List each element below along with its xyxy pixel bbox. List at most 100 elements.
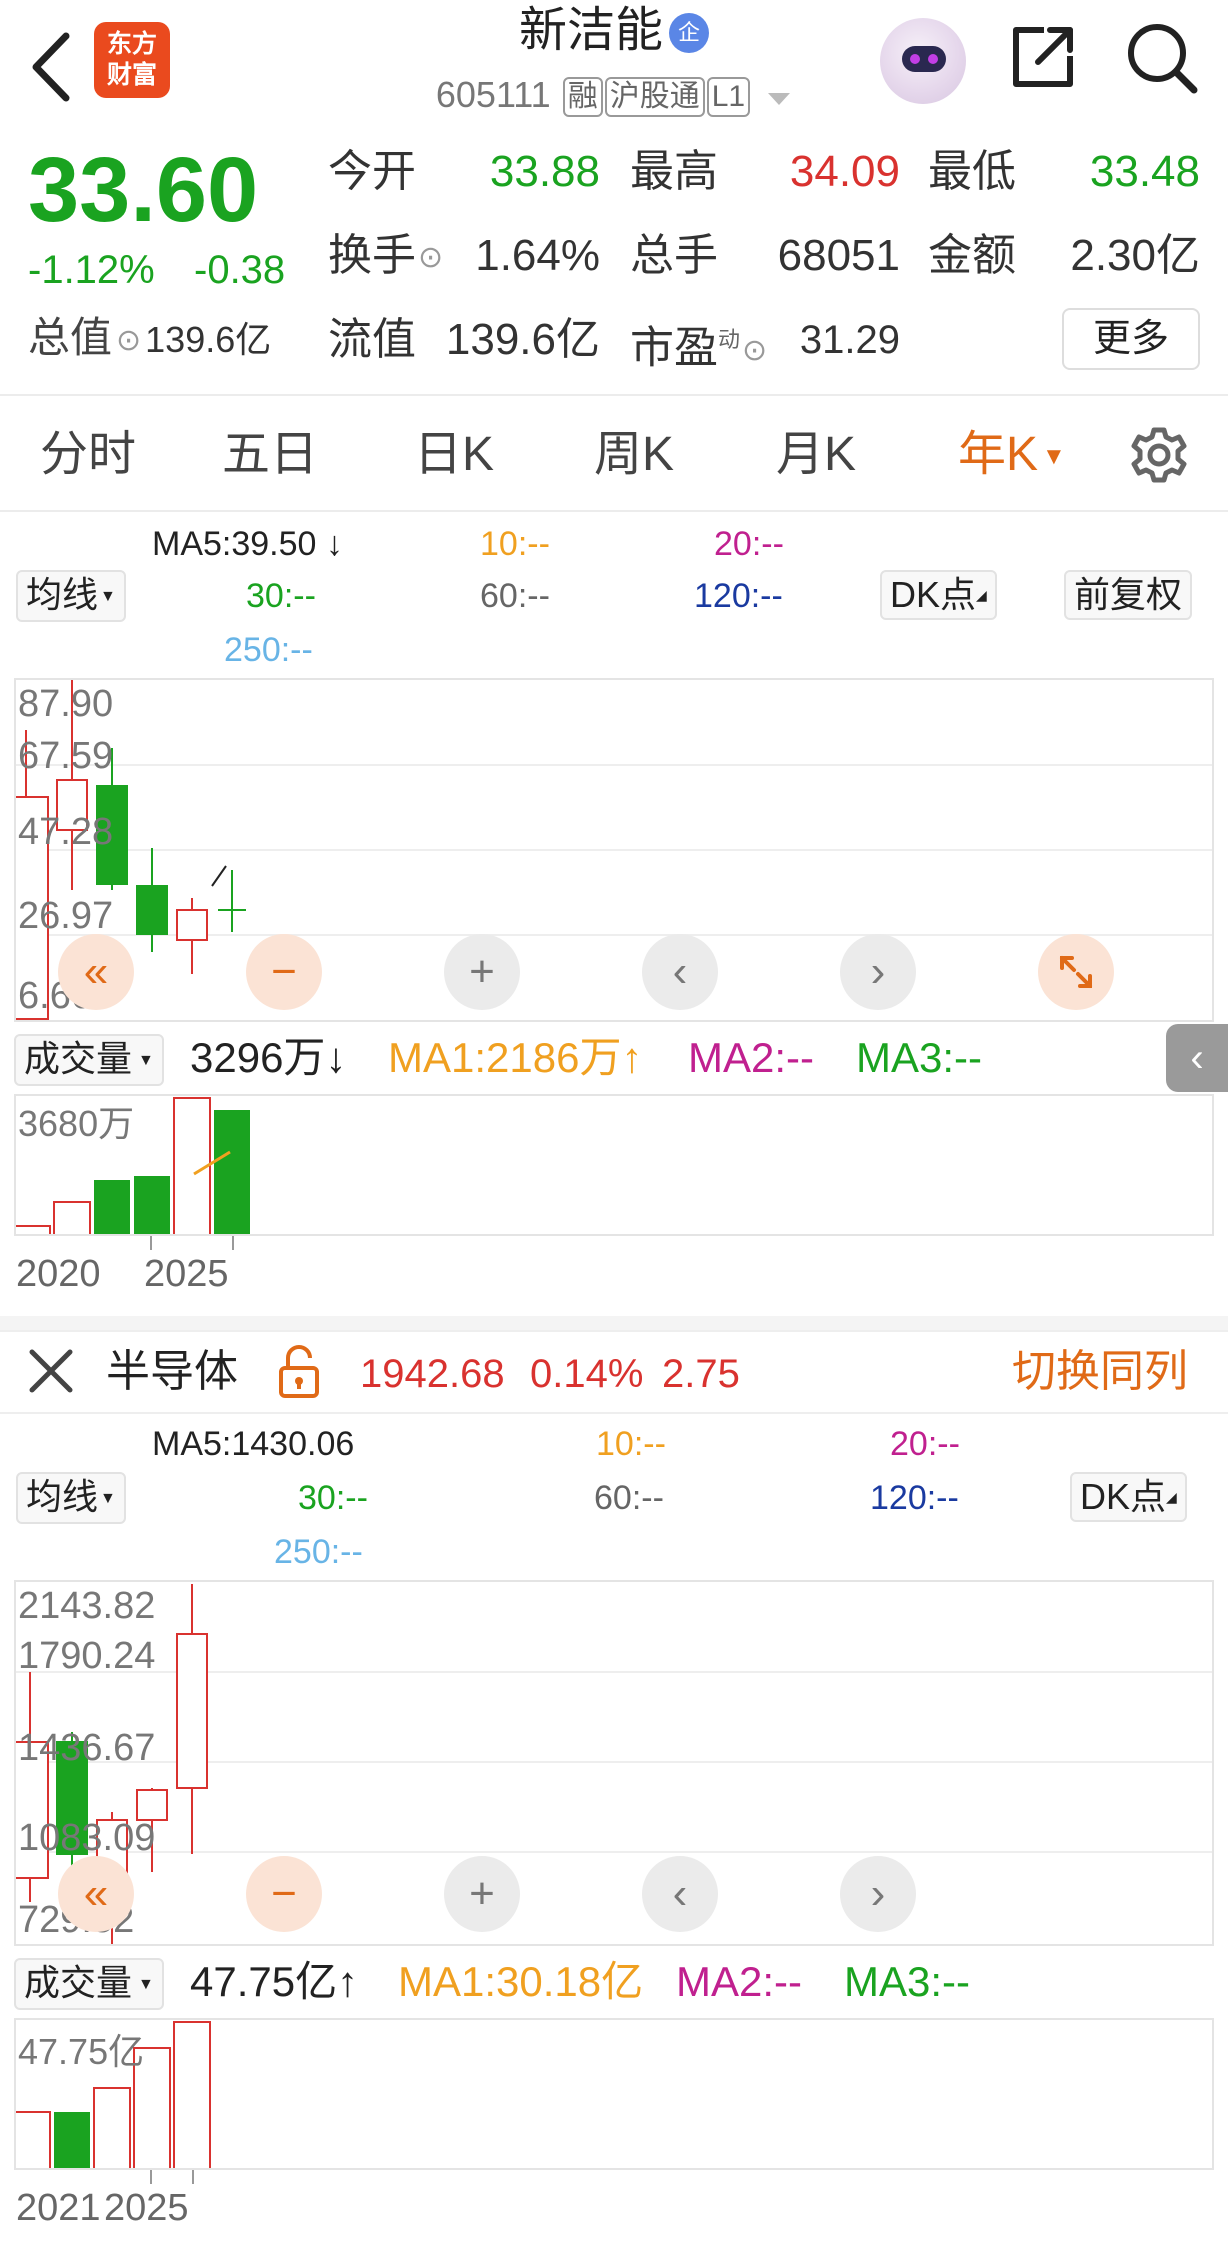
caret-down-icon: ▼ xyxy=(138,1976,154,1994)
candle xyxy=(218,870,246,932)
caret-down-icon: ▼ xyxy=(100,588,116,606)
sector-kline-chart[interactable]: 2143.82 1790.24 1436.67 1083.09 729.52 «… xyxy=(14,1580,1214,1946)
tag-margin: 融 xyxy=(562,77,603,118)
zoom-out-icon[interactable]: − xyxy=(246,1856,322,1932)
enterprise-badge: 企 xyxy=(669,13,709,54)
x-axis-label: 2025 xyxy=(104,2187,189,2229)
arrow-down-icon: ↓ xyxy=(316,525,343,563)
ma60-label: 60:-- xyxy=(594,1479,664,1517)
dk-point-button[interactable]: DK点◢ xyxy=(880,570,997,620)
adjust-button[interactable]: 前复权 xyxy=(1064,570,1193,620)
rewind-icon[interactable]: « xyxy=(58,1856,134,1932)
y-axis-label: 26.97 xyxy=(18,895,114,937)
volume-bar xyxy=(16,1225,51,1234)
y-axis-label: 67.59 xyxy=(18,735,114,777)
sector-volume-chart[interactable]: 47.75亿 xyxy=(14,2018,1214,2170)
tab-intraday[interactable]: 分时 xyxy=(40,420,136,490)
pe-label: 市盈动⊙ xyxy=(630,323,768,373)
amount-value: 2.30亿 xyxy=(1070,231,1200,280)
volume-max-label: 3680万 xyxy=(18,1103,135,1144)
market-cap-value: 139.6亿 xyxy=(145,319,272,360)
kline-chart[interactable]: 87.90 67.59 47.28 26.97 6.66 « − + ‹ › xyxy=(14,678,1214,1022)
stock-code: 605111 xyxy=(435,74,551,115)
tab-yearly-k[interactable]: 年K ▼ xyxy=(958,420,1066,492)
zoom-in-icon[interactable]: + xyxy=(444,1856,520,1932)
dropdown-icon[interactable] xyxy=(766,72,792,122)
volume-indicator-dropdown[interactable]: 成交量 ▼ xyxy=(14,1034,164,1087)
scroll-right-icon[interactable]: › xyxy=(840,934,916,1010)
volume-ma1: MA1:30.18亿 xyxy=(398,1958,644,2005)
info-icon[interactable]: ⊙ xyxy=(742,334,767,367)
close-icon[interactable] xyxy=(26,1346,76,1396)
more-button[interactable]: 更多 xyxy=(1062,308,1200,370)
volume-bar xyxy=(134,1176,170,1234)
volume-ma2: MA2:-- xyxy=(688,1034,814,1081)
sector-name[interactable]: 半导体 xyxy=(106,1344,238,1400)
volume-chart[interactable]: 3680万 xyxy=(14,1094,1214,1236)
turnover-label: 换手⊙ xyxy=(328,231,444,280)
indicator-dropdown[interactable]: 均线 ▼ xyxy=(16,1472,126,1525)
change-amount: -0.38 xyxy=(194,248,286,292)
candle xyxy=(136,848,168,952)
switch-button[interactable]: 切换同列 xyxy=(1012,1344,1188,1400)
arrow-up-icon: ↑ xyxy=(337,1958,359,2005)
y-axis-label: 2143.82 xyxy=(18,1585,156,1627)
assistant-robot-icon[interactable] xyxy=(880,18,966,104)
ma10-label: 10:-- xyxy=(596,1425,666,1463)
ma250-label: 250:-- xyxy=(224,631,313,669)
scroll-right-icon[interactable]: › xyxy=(840,1856,916,1932)
settings-gear-icon[interactable] xyxy=(1128,424,1190,486)
fullscreen-icon[interactable] xyxy=(1038,934,1114,1010)
turnover-value: 1.64% xyxy=(475,231,600,280)
share-icon[interactable] xyxy=(1008,22,1078,92)
corner-triangle-icon: ◢ xyxy=(1166,1489,1177,1505)
market-cap-label: 总值 xyxy=(28,314,113,361)
info-icon[interactable]: ⊙ xyxy=(116,324,141,357)
header-bar: 东方 财富 新洁能企 605111 融沪股通 L1 xyxy=(0,0,1228,135)
tag-level: L1 xyxy=(706,77,751,118)
search-icon[interactable] xyxy=(1124,20,1200,96)
tab-five-day[interactable]: 五日 xyxy=(222,420,318,490)
tab-monthly-k[interactable]: 月K xyxy=(776,420,856,490)
robot-face xyxy=(902,46,946,72)
volume-bar xyxy=(54,2112,90,2168)
float-cap-value: 139.6亿 xyxy=(445,315,600,364)
robot-eye-left xyxy=(910,54,920,64)
stock-name: 新洁能 xyxy=(518,4,663,57)
volume-label: 总手 xyxy=(630,231,718,280)
collapse-panel-icon[interactable]: ‹ xyxy=(1166,1024,1228,1092)
tab-weekly-k[interactable]: 周K xyxy=(594,420,674,490)
tab-daily-k[interactable]: 日K xyxy=(414,420,494,490)
tag-connect: 沪股通 xyxy=(604,77,705,118)
volume-ma2: MA2:-- xyxy=(676,1958,802,2005)
indicator-dropdown[interactable]: 均线 ▼ xyxy=(16,570,126,623)
volume-bar xyxy=(93,2087,131,2168)
volume-bar xyxy=(173,2021,211,2168)
arrow-up-icon: ↑ xyxy=(621,1034,643,1081)
scroll-left-icon[interactable]: ‹ xyxy=(642,934,718,1010)
ma5-line xyxy=(211,865,227,887)
y-axis-label: 1790.24 xyxy=(18,1635,156,1677)
ma5-label: MA5:39.50 ↓ xyxy=(152,525,343,563)
ma5-label: MA5:1430.06 xyxy=(152,1425,355,1463)
unlock-icon[interactable] xyxy=(276,1344,322,1400)
pe-value: 31.29 xyxy=(799,318,900,362)
volume-indicator-dropdown[interactable]: 成交量 ▼ xyxy=(14,1958,164,2011)
dk-point-button[interactable]: DK点◢ xyxy=(1070,1472,1187,1522)
tick xyxy=(232,1236,234,1250)
volume-value: 47.75亿↑ xyxy=(190,1958,359,2005)
pe-sup: 动 xyxy=(718,327,741,352)
scroll-left-icon[interactable]: ‹ xyxy=(642,1856,718,1932)
rewind-icon[interactable]: « xyxy=(58,934,134,1010)
change-percent: -1.12% xyxy=(28,248,155,292)
info-icon[interactable]: ⊙ xyxy=(418,241,443,274)
sector-price: 1942.68 xyxy=(360,1352,505,1396)
caret-down-icon: ▼ xyxy=(100,1490,116,1508)
zoom-in-icon[interactable]: + xyxy=(444,934,520,1010)
y-axis-label: 87.90 xyxy=(18,683,114,725)
zoom-out-icon[interactable]: − xyxy=(246,934,322,1010)
x-axis-label: 2020 xyxy=(16,1253,101,1295)
current-price: 33.60 xyxy=(28,139,259,241)
ma10-label: 10:-- xyxy=(480,525,550,563)
x-axis-label: 2021 xyxy=(16,2187,101,2229)
